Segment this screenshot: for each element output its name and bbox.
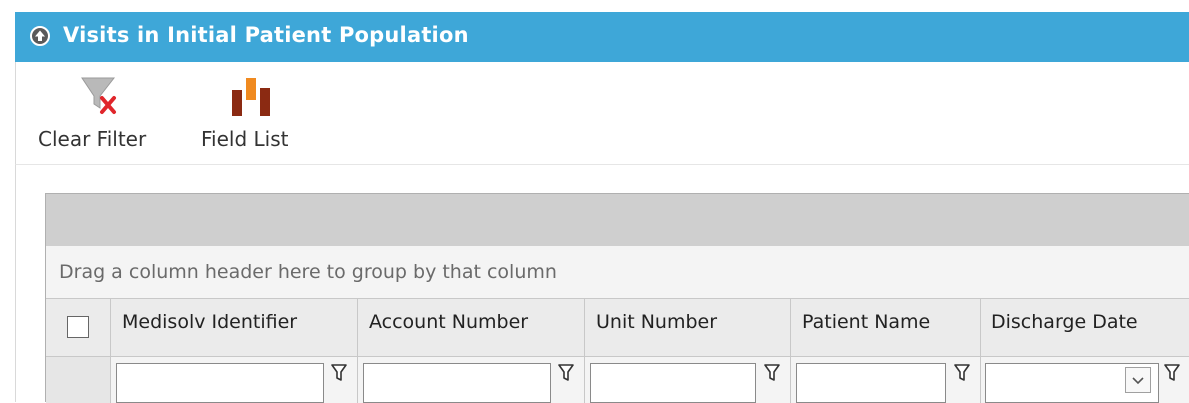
filter-cell-medisolv-identifier <box>111 357 358 403</box>
field-list-label: Field List <box>201 127 289 151</box>
filter-row-spacer <box>46 357 111 403</box>
bar-columns-icon <box>232 78 270 116</box>
filter-input-medisolv-identifier[interactable] <box>116 363 324 403</box>
filter-input-account-number[interactable] <box>363 363 551 403</box>
filter-funnel-icon[interactable] <box>1164 363 1180 383</box>
data-grid: Drag a column header here to group by th… <box>45 193 1189 403</box>
group-by-hint: Drag a column header here to group by th… <box>59 261 557 283</box>
clear-filter-button[interactable]: Clear Filter <box>38 62 168 162</box>
collapse-up-circle-icon[interactable] <box>30 26 50 46</box>
toolbar: Clear Filter Field List <box>15 62 1189 165</box>
column-header-discharge-date[interactable]: Discharge Date <box>981 299 1189 357</box>
filter-funnel-icon[interactable] <box>764 363 780 383</box>
filter-cell-discharge-date <box>981 357 1189 403</box>
select-all-checkbox[interactable] <box>67 316 89 338</box>
filter-input-unit-number[interactable] <box>590 363 756 403</box>
column-header-patient-name[interactable]: Patient Name <box>791 299 981 357</box>
field-list-button[interactable]: Field List <box>201 62 311 162</box>
panel-title: Visits in Initial Patient Population <box>63 23 469 47</box>
filter-cell-patient-name <box>791 357 981 403</box>
filter-funnel-icon[interactable] <box>331 363 347 383</box>
funnel-remove-icon <box>81 77 116 114</box>
date-dropdown-button[interactable] <box>1125 367 1151 393</box>
select-all-cell <box>46 299 111 357</box>
column-header-medisolv-identifier[interactable]: Medisolv Identifier <box>111 299 358 357</box>
column-header-label: Discharge Date <box>991 311 1138 333</box>
filter-cell-unit-number <box>585 357 791 403</box>
column-header-account-number[interactable]: Account Number <box>358 299 585 357</box>
column-header-unit-number[interactable]: Unit Number <box>585 299 791 357</box>
column-header-label: Unit Number <box>596 311 718 333</box>
panel-header: Visits in Initial Patient Population <box>15 12 1189 62</box>
filter-funnel-icon[interactable] <box>954 363 970 383</box>
grid-top-band <box>46 194 1189 246</box>
filter-funnel-icon[interactable] <box>558 363 574 383</box>
column-header-label: Patient Name <box>802 311 931 333</box>
clear-filter-label: Clear Filter <box>38 127 147 151</box>
panel-left-border <box>15 165 16 402</box>
grid-filter-row <box>46 357 1189 403</box>
chevron-down-icon <box>1132 377 1144 385</box>
column-header-label: Medisolv Identifier <box>122 311 298 333</box>
grid-header-row: Medisolv Identifier Account Number Unit … <box>46 299 1189 357</box>
group-by-panel[interactable]: Drag a column header here to group by th… <box>46 246 1189 299</box>
filter-input-patient-name[interactable] <box>796 363 946 403</box>
filter-cell-account-number <box>358 357 585 403</box>
column-header-label: Account Number <box>369 311 529 333</box>
